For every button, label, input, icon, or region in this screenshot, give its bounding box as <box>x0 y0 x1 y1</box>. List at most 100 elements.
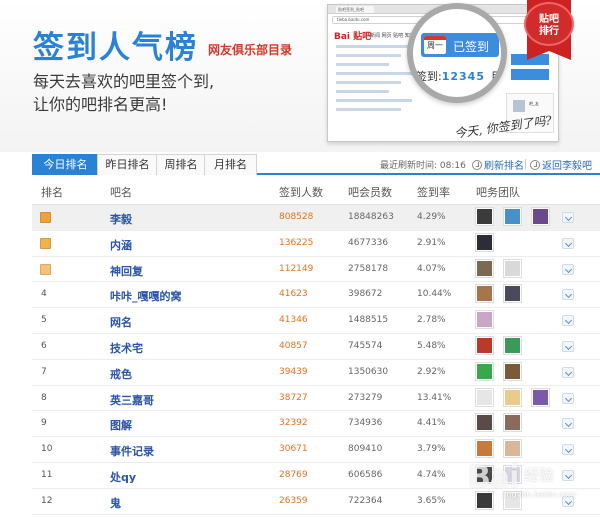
tab-month[interactable]: 月排名 <box>204 154 257 175</box>
ranking-badge: 贴吧 排行 <box>524 2 574 46</box>
table-row: 4 咔咔_嘎嘎的窝 41623 398672 10.44% <box>32 282 600 309</box>
signin-rate-cell: 2.91% <box>417 237 446 248</box>
column-signins: 签到人数 <box>279 186 323 199</box>
baidu-logo: Bai 贴吧 <box>334 29 371 42</box>
forum-name-link[interactable]: 网名 <box>110 314 132 330</box>
signin-count-cell: 808528 <box>279 212 314 222</box>
signin-rate-cell: 4.41% <box>417 418 446 429</box>
avatar[interactable] <box>476 311 493 329</box>
avatar[interactable] <box>476 362 493 380</box>
avatar[interactable] <box>476 208 493 225</box>
banner: 签到人气榜 网友俱乐部目录 每天去喜欢的吧里签个到, 让你的吧排名更高! 贴吧签… <box>0 0 600 152</box>
back-button[interactable]: 返回李毅吧 <box>530 157 592 172</box>
avatar[interactable] <box>504 259 521 277</box>
chevron-down-icon[interactable] <box>562 315 574 327</box>
browser-button <box>511 69 549 80</box>
avatar[interactable] <box>504 208 521 225</box>
banner-title: 签到人气榜 <box>33 30 198 66</box>
chevron-down-icon[interactable] <box>562 237 574 249</box>
member-count-cell: 809410 <box>348 444 383 455</box>
signin-count-cell: 38727 <box>279 392 308 403</box>
chevron-down-icon[interactable] <box>562 263 574 275</box>
calendar-icon: 周一 <box>424 36 446 54</box>
avatar[interactable] <box>504 388 521 406</box>
magnifier-callout: 周一 已签到 签到:12345目录 <box>407 3 507 103</box>
signin-rate-cell: 3.65% <box>417 495 446 506</box>
chevron-down-icon[interactable] <box>562 366 574 378</box>
forum-name-link[interactable]: 图解 <box>110 417 132 433</box>
chevron-down-icon[interactable] <box>562 340 574 352</box>
avatar[interactable] <box>504 362 521 380</box>
forum-name-link[interactable]: 李毅 <box>110 211 132 227</box>
avatar[interactable] <box>504 414 521 432</box>
forum-name-link[interactable]: 事件记录 <box>110 443 154 459</box>
avatar[interactable] <box>476 414 493 432</box>
signin-rate-cell: 2.78% <box>417 315 446 326</box>
avatar[interactable] <box>476 465 493 483</box>
ranking-badge-line1: 贴吧 <box>539 14 559 25</box>
table-row: 11 处qy 28769 606586 4.74% <box>32 463 600 489</box>
avatar[interactable] <box>476 285 493 303</box>
chevron-down-icon[interactable] <box>562 418 574 430</box>
rank-cell: 7 <box>41 366 47 377</box>
forum-name-link[interactable]: 咔咔_嘎嘎的窝 <box>110 288 182 304</box>
tab-today[interactable]: 今日排名 <box>32 154 99 175</box>
avatar[interactable] <box>504 285 521 303</box>
rank-cell: 10 <box>41 444 53 455</box>
forum-name-link[interactable]: 技术宅 <box>110 340 143 356</box>
rank-cell: 6 <box>41 340 47 351</box>
banner-desc-line2: 让你的吧排名更高! <box>33 95 168 114</box>
chevron-down-icon[interactable] <box>562 444 574 456</box>
forum-name-link[interactable]: 处qy <box>110 469 136 485</box>
signed-in-label: 已签到 <box>453 40 490 54</box>
avatar[interactable] <box>476 233 493 251</box>
table-row: 李毅 808528 18848263 4.29% <box>32 205 600 231</box>
tab-yesterday[interactable]: 昨日排名 <box>97 154 158 175</box>
signin-rate-cell: 5.48% <box>417 340 446 351</box>
avatar[interactable] <box>504 336 521 354</box>
baidu-logo-accent: 贴吧 <box>353 32 372 42</box>
avatar[interactable] <box>504 465 521 483</box>
avatar[interactable] <box>476 336 493 354</box>
column-team: 吧务团队 <box>476 186 520 199</box>
table-row: 7 戒色 39439 1350630 2.92% <box>32 360 600 386</box>
avatar[interactable] <box>476 440 493 458</box>
avatar[interactable] <box>476 491 493 509</box>
signin-count-cell: 39439 <box>279 366 308 377</box>
avatar[interactable] <box>504 440 521 458</box>
chevron-down-icon[interactable] <box>562 289 574 301</box>
column-rate: 签到率 <box>417 186 450 199</box>
avatar[interactable] <box>476 388 493 406</box>
member-count-cell: 606586 <box>348 469 383 480</box>
member-count-cell: 745574 <box>348 340 383 351</box>
chevron-down-icon[interactable] <box>562 392 574 404</box>
signin-rate-cell: 4.74% <box>417 469 446 480</box>
forum-name-link[interactable]: 英三嘉哥 <box>110 392 154 408</box>
forum-name-link[interactable]: 鬼 <box>110 495 121 511</box>
banner-subtitle: 网友俱乐部目录 <box>208 43 293 57</box>
member-count-cell: 273279 <box>348 392 383 403</box>
avatar[interactable] <box>504 491 521 509</box>
signin-count-cell: 41346 <box>279 315 308 326</box>
forum-name-link[interactable]: 神回复 <box>110 263 143 279</box>
tab-week[interactable]: 周排名 <box>156 154 206 175</box>
avatar[interactable] <box>532 388 549 406</box>
member-count-cell: 734936 <box>348 418 383 429</box>
avatar[interactable] <box>476 259 493 277</box>
signin-count-prefix: 签到: <box>416 70 442 83</box>
chevron-down-icon[interactable] <box>562 495 574 507</box>
member-count-cell: 18848263 <box>348 212 394 222</box>
chevron-down-icon[interactable] <box>562 212 574 223</box>
member-count-cell: 1350630 <box>348 366 389 377</box>
avatar[interactable] <box>532 208 549 225</box>
table-row: 8 英三嘉哥 38727 273279 13.41% <box>32 386 600 412</box>
ranking-table: 李毅 808528 18848263 4.29% 内涵 136225 4677336 2.91… <box>32 205 600 515</box>
chevron-down-icon[interactable] <box>562 469 574 481</box>
member-count-cell: 722364 <box>348 495 383 506</box>
refresh-button[interactable]: 刷新排名 <box>472 157 524 172</box>
browser-tab: 贴吧签到_贴吧 <box>336 6 374 13</box>
forum-name-link[interactable]: 内涵 <box>110 237 132 253</box>
member-count-cell: 398672 <box>348 289 383 300</box>
signin-count-cell: 26359 <box>279 495 308 506</box>
forum-name-link[interactable]: 戒色 <box>110 366 132 382</box>
